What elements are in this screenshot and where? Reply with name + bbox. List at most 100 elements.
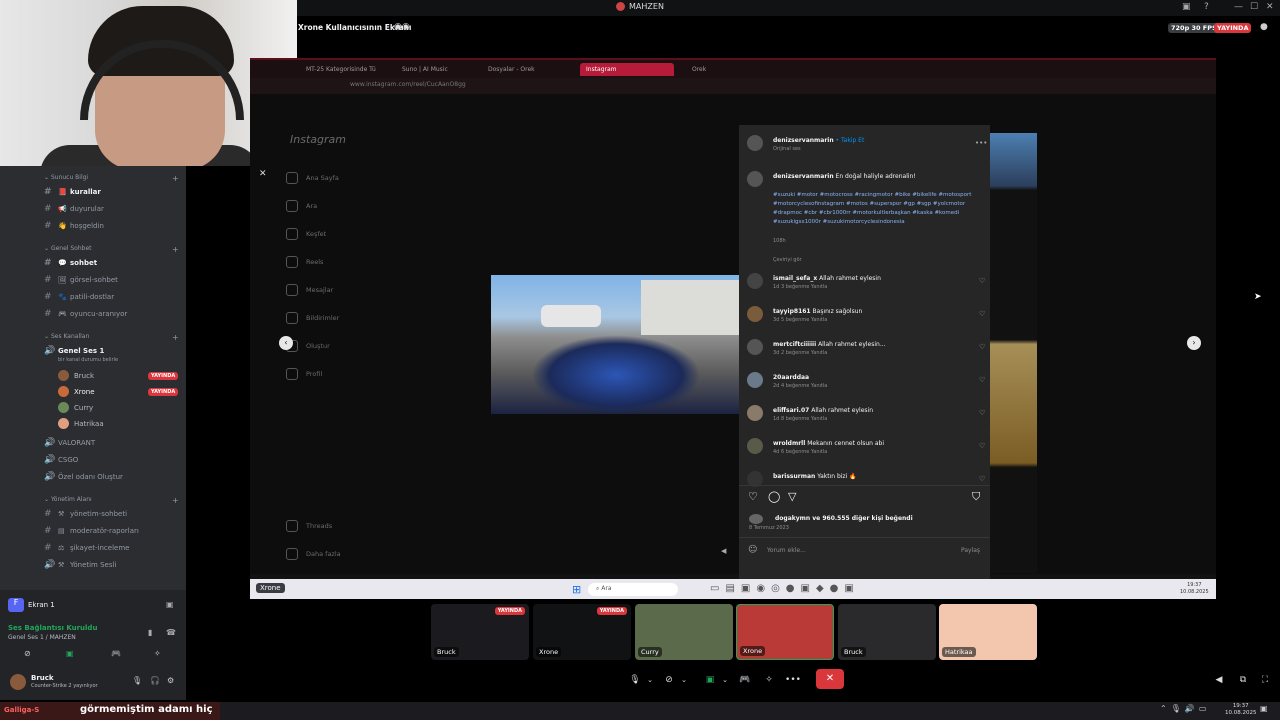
voice-user-xrone[interactable]: Xrone xyxy=(58,386,95,397)
voice-channel-csgo[interactable]: 🔊 CSGO xyxy=(44,455,78,465)
settings-gear-icon[interactable]: ⚙ xyxy=(167,676,174,685)
disconnect-icon[interactable]: ☎ xyxy=(166,628,176,637)
inbox-icon[interactable]: ▣ xyxy=(1182,2,1191,12)
like-heart-icon[interactable]: ♡ xyxy=(979,409,985,417)
channel-hosgeldin[interactable]: # 👋 hoşgeldin xyxy=(44,221,104,231)
voice-channel-valorant[interactable]: 🔊 VALORANT xyxy=(44,438,95,448)
taskbar-app-icons[interactable]: ▭▤▣◉◎●▣◆●▣ xyxy=(710,583,860,594)
channel-gorsel-sohbet[interactable]: # 🖼 görsel-sohbet xyxy=(44,275,118,285)
chevron-down-icon[interactable]: ⌄ xyxy=(720,671,730,689)
participant-tile-hatrikaa[interactable]: Hatrikaa xyxy=(939,604,1037,660)
microphone-icon[interactable]: 🎙 xyxy=(132,676,142,685)
ig-nav-home[interactable]: Ana Sayfa xyxy=(286,172,339,184)
category-ses-kanallari[interactable]: ⌄ Ses Kanalları + xyxy=(44,333,179,342)
reel-video[interactable] xyxy=(491,275,739,414)
channel-patili-dostlar[interactable]: # 🐾 patili-dostlar xyxy=(44,292,114,302)
bookmark-icon[interactable]: ⛉ xyxy=(972,490,980,504)
like-heart-icon[interactable]: ♡ xyxy=(748,490,758,503)
avatar[interactable] xyxy=(747,171,763,187)
share-send-icon[interactable]: ▽ xyxy=(788,490,796,503)
browser-tab[interactable]: MT-25 Kategorisinde Tü xyxy=(300,63,382,76)
channel-oyuncu-araniyor[interactable]: # 🎮 oyuncu-aranıyor xyxy=(44,309,127,319)
like-heart-icon[interactable]: ♡ xyxy=(979,310,985,318)
help-icon[interactable]: ? xyxy=(1204,2,1209,12)
participant-tile-xrone[interactable]: Xrone xyxy=(736,604,834,660)
activity-icon[interactable]: 🎮 xyxy=(738,671,752,689)
url-text[interactable]: www.instagram.com/reel/CucAanO8gg xyxy=(350,81,466,88)
channel-moderator-raporlari[interactable]: # ▤ moderatör-raporları xyxy=(44,526,139,536)
comment-input[interactable]: Yorum ekle... xyxy=(767,547,806,554)
screen-share-icon[interactable]: ▣ xyxy=(703,671,717,689)
avatar[interactable] xyxy=(747,135,763,151)
signal-icon[interactable]: ▮ xyxy=(148,628,152,637)
voice-user-hatrikaa[interactable]: Hatrikaa xyxy=(58,418,104,429)
soundboard-icon[interactable]: ✧ xyxy=(154,649,161,658)
ig-nav-more[interactable]: Daha fazla xyxy=(286,548,341,560)
activity-icon[interactable]: 🎮 xyxy=(111,649,121,658)
ig-nav-explore[interactable]: Keşfet xyxy=(286,228,326,240)
microphone-icon[interactable]: 🎙 xyxy=(628,671,642,689)
channel-duyurular[interactable]: # 📢 duyurular xyxy=(44,204,104,214)
notification-icon[interactable]: ▣ xyxy=(1260,704,1268,713)
more-options-icon[interactable]: ••• xyxy=(785,671,801,689)
voice-channel-yonetim-sesli[interactable]: 🔊 ⚒ Yönetim Sesli xyxy=(44,560,116,570)
camera-off-icon[interactable]: ⊘ xyxy=(662,671,676,689)
screen-share-active-icon[interactable]: ▣ xyxy=(66,649,74,658)
channel-sohbet[interactable]: # 💬 sohbet xyxy=(44,258,97,268)
channel-yonetim-sohbeti[interactable]: # ⚒ yönetim-sohbeti xyxy=(44,509,127,519)
emoji-icon[interactable]: ☺ xyxy=(748,545,757,555)
browser-tab[interactable]: Orek xyxy=(686,63,712,76)
see-translation-link[interactable]: Çeviriyi gör xyxy=(773,257,802,263)
share-button[interactable]: Paylaş xyxy=(961,547,980,554)
participant-tile-curry[interactable]: Curry xyxy=(635,604,733,660)
participant-tile-bruck[interactable]: Bruck xyxy=(838,604,936,660)
previous-arrow-icon[interactable]: ‹ xyxy=(279,336,293,350)
avatar[interactable] xyxy=(747,273,763,289)
ig-nav-notifications[interactable]: Bildirimler xyxy=(286,312,339,324)
mute-icon[interactable]: ◀ xyxy=(721,547,726,555)
ig-nav-search[interactable]: Ara xyxy=(286,200,317,212)
avatar[interactable] xyxy=(747,405,763,421)
participant-tile-bruck-stream[interactable]: YAYINDA Bruck xyxy=(431,604,529,660)
like-heart-icon[interactable]: ♡ xyxy=(979,277,985,285)
participant-tile-xrone-stream[interactable]: YAYINDA Xrone xyxy=(533,604,631,660)
channel-sikayet-inceleme[interactable]: # ⚖ şikayet-inceleme xyxy=(44,543,129,553)
comment-bubble-icon[interactable]: ◯ xyxy=(768,490,780,503)
next-arrow-icon[interactable]: › xyxy=(1187,336,1201,350)
ig-nav-profile[interactable]: Profil xyxy=(286,368,322,380)
avatar[interactable] xyxy=(10,674,26,690)
browser-tab[interactable]: Dosyalar - Orek xyxy=(482,63,541,76)
headphones-icon[interactable]: 🎧 xyxy=(150,676,160,685)
caption-hashtags[interactable]: #suzuki #motor #motocross #racingmotor #… xyxy=(773,191,978,227)
more-options-icon[interactable]: ••• xyxy=(975,139,987,147)
likes-count[interactable]: dogakymn ve 960.555 diğer kişi beğendi xyxy=(775,515,913,522)
like-heart-icon[interactable]: ♡ xyxy=(979,343,985,351)
chevron-down-icon[interactable]: ⌄ xyxy=(645,671,655,689)
close-modal-icon[interactable]: ✕ xyxy=(259,169,267,179)
avatar[interactable] xyxy=(747,306,763,322)
avatar[interactable] xyxy=(747,339,763,355)
soundboard-icon[interactable]: ✧ xyxy=(762,671,776,689)
close-button[interactable]: ✕ xyxy=(1266,2,1274,12)
like-heart-icon[interactable]: ♡ xyxy=(979,475,985,483)
volume-icon[interactable]: ◀ xyxy=(1212,671,1226,689)
category-sunucu-bilgi[interactable]: ⌄ Sunucu Bilgi + xyxy=(44,174,179,183)
voice-user-curry[interactable]: Curry xyxy=(58,402,93,413)
system-tray-icons[interactable]: ⌃🎙🔊▭ xyxy=(1160,704,1210,713)
voice-user-bruck[interactable]: Bruck xyxy=(58,370,94,381)
category-genel-sohbet[interactable]: ⌄ Genel Sohbet + xyxy=(44,245,179,254)
avatar[interactable] xyxy=(747,438,763,454)
channel-kurallar[interactable]: # 📕 kurallar xyxy=(44,187,101,197)
voice-channel-genel-ses-1[interactable]: 🔊 Genel Ses 1 xyxy=(44,346,104,356)
windows-start-icon[interactable]: ⊞ xyxy=(572,583,581,596)
shared-screen[interactable]: MT-25 Kategorisinde Tü Suno | AI Music D… xyxy=(250,58,1216,599)
minimize-button[interactable]: — xyxy=(1234,2,1243,12)
maximize-button[interactable]: ☐ xyxy=(1250,2,1258,12)
ig-nav-reels[interactable]: Reels xyxy=(286,256,323,268)
like-heart-icon[interactable]: ♡ xyxy=(979,442,985,450)
category-yonetim-alani[interactable]: ⌄ Yönetim Alanı + xyxy=(44,496,179,505)
voice-channel-create-room[interactable]: 🔊 Özel odanı Oluştur xyxy=(44,472,123,482)
avatar[interactable] xyxy=(747,372,763,388)
stop-share-icon[interactable]: ▣ xyxy=(166,600,174,609)
chevron-down-icon[interactable]: ⌄ xyxy=(679,671,689,689)
